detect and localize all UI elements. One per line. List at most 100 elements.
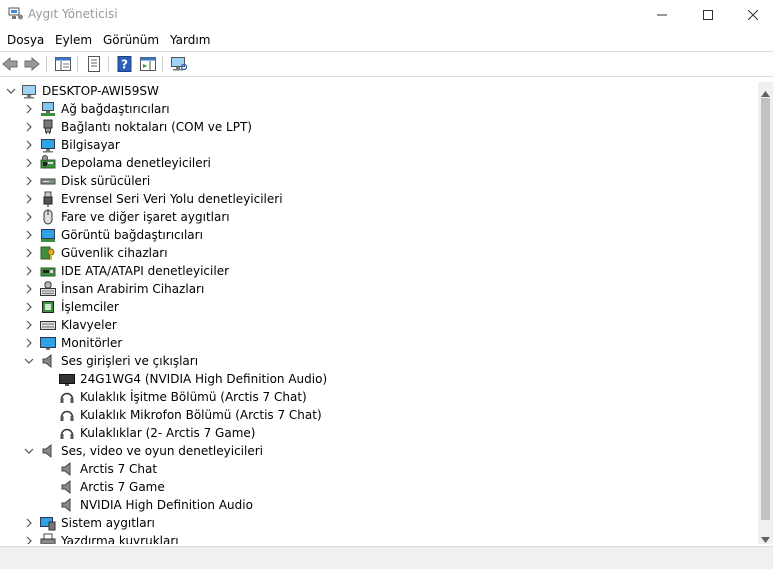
chevron-right-icon[interactable] [22,263,36,279]
tree-item-label: Ses, video ve oyun denetleyicileri [61,444,264,458]
maximize-button[interactable] [685,0,731,30]
menu-yardim[interactable]: Yardım [170,33,210,47]
tree-item-label: Güvenlik cihazları [61,246,168,260]
chevron-right-icon[interactable] [22,317,36,333]
tree-item[interactable]: Bilgisayar [0,136,758,154]
forward-icon[interactable] [22,54,42,74]
chevron-right-icon[interactable] [22,533,36,544]
toolbar-separator [77,56,78,72]
chevron-right-icon[interactable] [22,101,36,117]
chevron-right-icon[interactable] [22,119,36,135]
processor-icon [40,299,56,315]
chevron-right-icon[interactable] [22,335,36,351]
properties-icon[interactable] [84,54,104,74]
vertical-scrollbar[interactable] [758,82,773,544]
close-button[interactable] [730,0,773,30]
menu-dosya[interactable]: Dosya [7,33,44,47]
help-icon[interactable]: ? [115,54,135,74]
minimize-button[interactable] [639,0,685,30]
tree-item[interactable]: IDE ATA/ATAPI denetleyiciler [0,262,758,280]
show-hide-console-tree-icon[interactable] [53,54,73,74]
keyboard-icon [40,317,56,333]
tree-item[interactable]: Fare ve diğer işaret aygıtları [0,208,758,226]
toolbar-separator [108,56,109,72]
usb-icon [40,191,56,207]
chevron-right-icon[interactable] [22,515,36,531]
network-adapter-icon [40,101,56,117]
tree-child[interactable]: Kulaklık Mikrofon Bölümü (Arctis 7 Chat) [0,406,758,424]
tree-item-label: Sistem aygıtları [61,516,155,530]
tree-child[interactable]: Kulaklık İşitme Bölümü (Arctis 7 Chat) [0,388,758,406]
toolbar-divider [0,76,773,77]
status-bar [0,546,773,569]
computer-icon [40,137,56,153]
menu-gorunum[interactable]: Görünüm [103,33,159,47]
tree-item[interactable]: Disk sürücüleri [0,172,758,190]
chevron-down-icon[interactable] [22,443,36,459]
chevron-right-icon[interactable] [22,209,36,225]
chevron-right-icon[interactable] [22,245,36,261]
toolbar-separator [46,56,47,72]
disk-drive-icon [40,173,56,189]
headphones-icon [59,425,75,441]
tree-child-label: Kulaklıklar (2- Arctis 7 Game) [80,426,256,440]
title-bar: Aygıt Yöneticisi [0,0,773,30]
ide-controller-icon [40,263,56,279]
speaker-icon [59,479,75,495]
tree-item-label: İşlemciler [61,300,119,314]
scroll-down-icon[interactable] [761,532,770,546]
tree-item-label: Evrensel Seri Veri Yolu denetleyicileri [61,192,283,206]
tree-child[interactable]: Kulaklıklar (2- Arctis 7 Game) [0,424,758,442]
tree-item[interactable]: Güvenlik cihazları [0,244,758,262]
tree-item-label: Fare ve diğer işaret aygıtları [61,210,230,224]
scrollbar-thumb[interactable] [761,98,770,520]
tree-item-expanded[interactable]: Ses girişleri ve çıkışları [0,352,758,370]
menu-eylem[interactable]: Eylem [55,33,92,47]
tree-item[interactable]: Evrensel Seri Veri Yolu denetleyicileri [0,190,758,208]
tree-item[interactable]: Yazdırma kuyrukları [0,532,758,544]
tree-item-label: Ses girişleri ve çıkışları [61,354,199,368]
chevron-right-icon[interactable] [22,191,36,207]
speaker-icon [40,443,56,459]
tree-child-label: Arctis 7 Chat [80,462,158,476]
tree-item[interactable]: Sistem aygıtları [0,514,758,532]
tree-item[interactable]: İnsan Arabirim Cihazları [0,280,758,298]
tree-child[interactable]: 24G1WG4 (NVIDIA High Definition Audio) [0,370,758,388]
tree-item-label: IDE ATA/ATAPI denetleyiciler [61,264,230,278]
tree-child-label: Kulaklık İşitme Bölümü (Arctis 7 Chat) [80,390,307,404]
tree-item-expanded[interactable]: Ses, video ve oyun denetleyicileri [0,442,758,460]
chevron-right-icon[interactable] [22,155,36,171]
chevron-right-icon[interactable] [22,227,36,243]
tree-item[interactable]: Depolama denetleyicileri [0,154,758,172]
tree-item-label: Ağ bağdaştırıcıları [61,102,170,116]
chevron-down-icon[interactable] [22,353,36,369]
mouse-icon [40,209,56,225]
tree-item[interactable]: İşlemciler [0,298,758,316]
tree-child[interactable]: NVIDIA High Definition Audio [0,496,758,514]
tree-item[interactable]: Monitörler [0,334,758,352]
chevron-right-icon[interactable] [22,299,36,315]
back-icon[interactable] [0,54,20,74]
storage-controller-icon [40,155,56,171]
menu-bar: Dosya Eylem Görünüm Yardım [0,30,773,50]
chevron-right-icon[interactable] [22,281,36,297]
tree-item[interactable]: Klavyeler [0,316,758,334]
tree-item[interactable]: Ağ bağdaştırıcıları [0,100,758,118]
tree-child[interactable]: Arctis 7 Chat [0,460,758,478]
monitor-audio-icon [59,371,75,387]
tree-item[interactable]: Bağlantı noktaları (COM ve LPT) [0,118,758,136]
toolbar: ? [0,52,773,76]
device-tree: DESKTOP-AWI59SW Ağ bağdaştırıcıları Bağl… [0,82,758,544]
tree-item[interactable]: Görüntü bağdaştırıcıları [0,226,758,244]
action-pane-icon[interactable] [138,54,158,74]
tree-item-label: Disk sürücüleri [61,174,151,188]
tree-item-label: Monitörler [61,336,123,350]
svg-text:?: ? [121,58,128,72]
chevron-down-icon[interactable] [4,83,18,99]
tree-root[interactable]: DESKTOP-AWI59SW [0,82,758,100]
port-icon [40,119,56,135]
tree-child[interactable]: Arctis 7 Game [0,478,758,496]
chevron-right-icon[interactable] [22,173,36,189]
chevron-right-icon[interactable] [22,137,36,153]
scan-hardware-icon[interactable] [169,54,189,74]
